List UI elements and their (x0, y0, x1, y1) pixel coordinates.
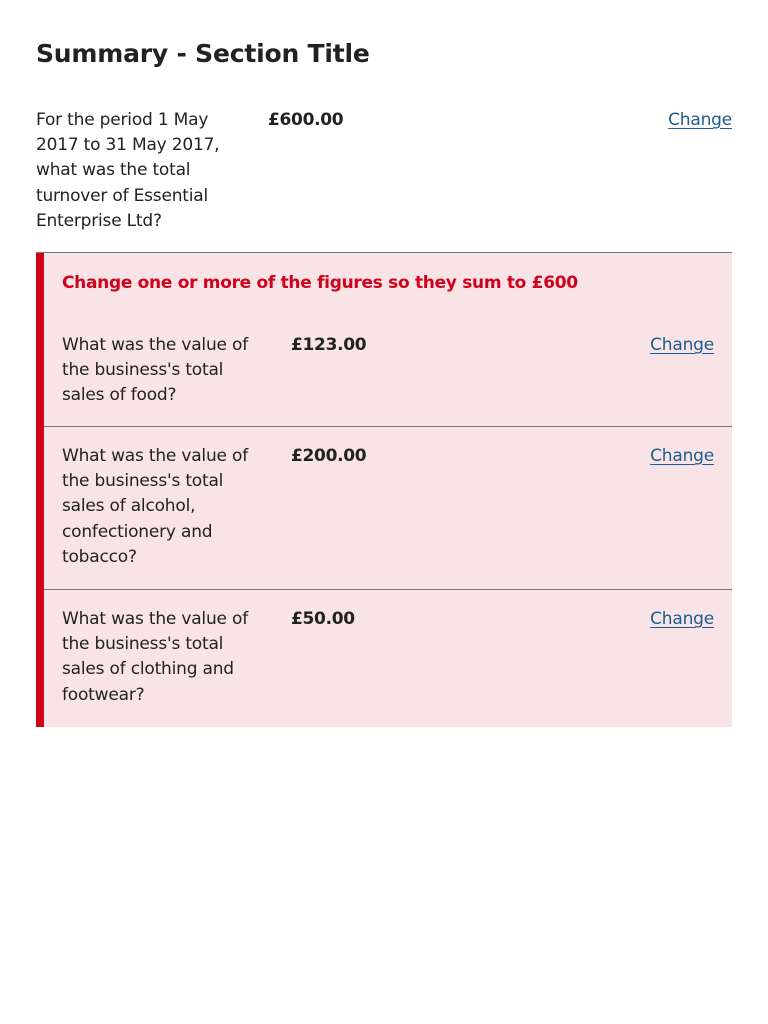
change-alcohol-sales-link[interactable]: Change (650, 444, 714, 469)
clothing-sales-value: £50.00 (291, 609, 355, 629)
sum-error-panel: Change one or more of the figures so the… (36, 253, 732, 727)
section-title: Summary - Section Title (36, 39, 370, 68)
list-item: What was the value of the business's tot… (44, 327, 732, 427)
alcohol-sales-question: What was the value of the business's tot… (62, 446, 248, 567)
list-item: What was the value of the business's tot… (44, 590, 732, 727)
food-sales-question: What was the value of the business's tot… (62, 335, 248, 406)
change-food-sales-link[interactable]: Change (650, 333, 714, 358)
list-item: What was the value of the business's tot… (44, 427, 732, 590)
alcohol-sales-value: £200.00 (291, 446, 367, 466)
total-turnover-value: £600.00 (268, 110, 344, 130)
change-total-turnover-link[interactable]: Change (668, 108, 732, 133)
summary-page: Summary - Section Title For the period 1… (0, 0, 768, 1024)
clothing-sales-question: What was the value of the business's tot… (62, 609, 248, 705)
total-turnover-question: For the period 1 May 2017 to 31 May 2017… (36, 110, 220, 231)
food-sales-value: £123.00 (291, 335, 367, 355)
total-turnover-row: For the period 1 May 2017 to 31 May 2017… (36, 108, 732, 253)
change-clothing-sales-link[interactable]: Change (650, 607, 714, 632)
error-message: Change one or more of the figures so the… (62, 273, 578, 293)
